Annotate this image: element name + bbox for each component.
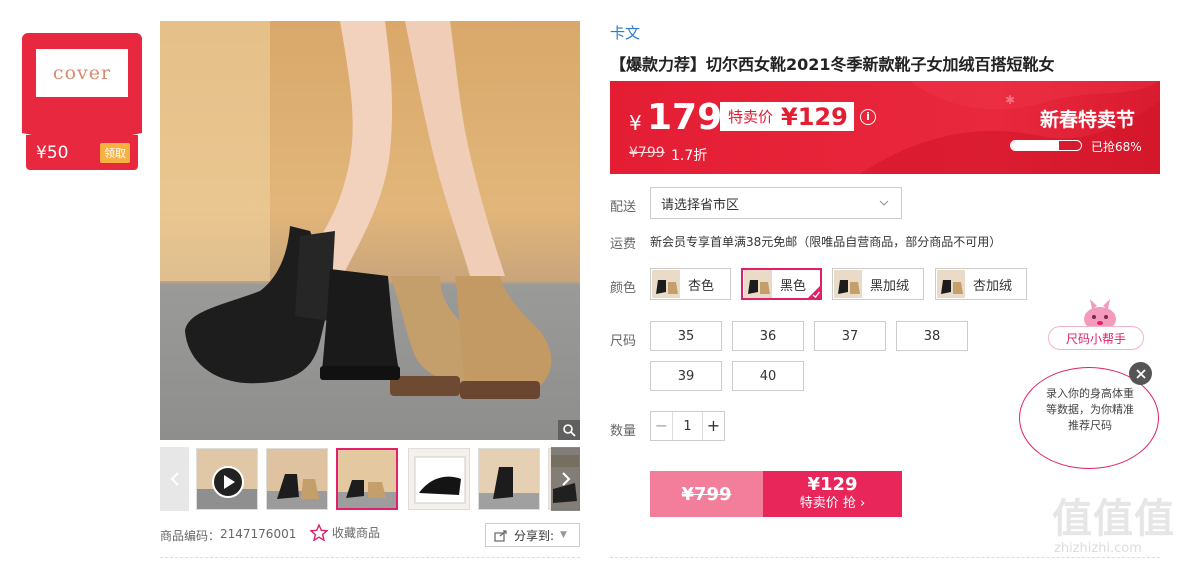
region-select[interactable]: 请选择省市区 [650, 187, 902, 219]
share-icon [494, 529, 507, 542]
thumbnail-2[interactable] [266, 448, 328, 510]
thumb-prev-button[interactable] [160, 447, 189, 511]
chevron-down-icon [879, 200, 889, 206]
shipping-label: 运费 [610, 237, 637, 252]
coupon-footer: ¥50 领取 [26, 135, 138, 170]
color-swatch [937, 270, 965, 298]
product-meta-row: 商品编码： 2147176001 收藏商品 分享到: ▼ [160, 520, 580, 548]
size-option-35[interactable]: 35 [650, 321, 722, 351]
buy-price-panel: ¥129 特卖价 抢 › [763, 471, 902, 517]
favorite-button[interactable]: 收藏商品 [310, 524, 380, 541]
right-divider [610, 557, 1160, 558]
brand-link[interactable]: 卡文 [610, 22, 640, 43]
buy-price: ¥129 [807, 474, 858, 495]
thumbnail-5[interactable] [478, 448, 540, 510]
zoom-icon[interactable] [558, 420, 580, 440]
star-icon [310, 524, 328, 541]
quantity-value[interactable]: 1 [673, 419, 702, 434]
brand-logo-box: cover [36, 49, 128, 97]
size-option-38[interactable]: 38 [896, 321, 968, 351]
share-dropdown[interactable]: 分享到: ▼ [485, 523, 580, 547]
thumbnail-strip [160, 447, 580, 511]
buy-action: 特卖价 抢 › [799, 496, 866, 511]
watermark-site: zhizhizhi.com [1054, 541, 1142, 556]
promo-title: 新春特卖节 [1040, 109, 1136, 131]
product-title: 【爆款力荐】切尔西女靴2021冬季新款靴子女加绒百搭短靴女 [610, 55, 1055, 74]
size-label: 尺码 [610, 334, 637, 349]
video-thumbnail-image [197, 449, 257, 509]
product-code-label: 商品编码： [160, 529, 221, 543]
info-icon[interactable]: i [860, 109, 876, 125]
region-select-value: 请选择省市区 [661, 197, 740, 213]
brand-logo: cover [52, 62, 112, 84]
left-divider [160, 557, 580, 558]
original-price: ¥799 [629, 145, 665, 161]
checkmark-icon [807, 285, 821, 299]
buy-action-label: 特卖价 抢 [799, 496, 856, 511]
quantity-plus-button[interactable]: + [702, 412, 724, 440]
color-option-black-selected[interactable]: 黑色 [741, 268, 822, 300]
product-code: 2147176001 [220, 527, 297, 541]
color-swatch [834, 270, 862, 298]
color-label: 颜色 [610, 281, 637, 296]
special-price-tag: 特卖价 ¥129 [720, 102, 854, 131]
color-option-label: 杏色 [688, 278, 715, 294]
special-price: ¥129 [781, 102, 848, 131]
size-option-40[interactable]: 40 [732, 361, 804, 391]
delivery-label: 配送 [610, 200, 637, 215]
svg-text:✱: ✱ [1005, 93, 1015, 107]
watermark-logo: 值值值 [1052, 496, 1175, 542]
size-helper-text: 录入你的身高体重等数据，为你精准推荐尺码 [1046, 387, 1134, 432]
size-helper-button[interactable]: 尺码小帮手 [1048, 326, 1144, 350]
color-option-black-fleece[interactable]: 黑加绒 [832, 268, 924, 300]
main-product-image [160, 21, 580, 440]
sold-progress-bar [1010, 140, 1082, 151]
close-icon[interactable] [1129, 362, 1152, 385]
share-label: 分享到: [514, 528, 555, 543]
color-option-apricot-fleece[interactable]: 杏加绒 [935, 268, 1027, 300]
favorite-label: 收藏商品 [332, 526, 381, 540]
size-option-36[interactable]: 36 [732, 321, 804, 351]
thumbnail-3-selected[interactable] [336, 448, 398, 510]
color-option-label: 黑加绒 [870, 278, 910, 294]
color-option-label: 杏加绒 [973, 278, 1013, 294]
coupon-amount: ¥50 [36, 142, 69, 163]
quantity-minus-button[interactable]: − [651, 412, 673, 440]
shipping-text: 新会员专享首单满38元免邮（限唯品自营商品，部分商品不可用） [650, 235, 1002, 249]
thumbnail-4[interactable] [408, 448, 470, 510]
size-option-39[interactable]: 39 [650, 361, 722, 391]
boots-illustration [160, 21, 552, 399]
price-main: 179 [647, 97, 723, 138]
chevron-down-icon: ▼ [560, 530, 567, 540]
thumbnail-video[interactable] [196, 448, 258, 510]
color-option-label: 黑色 [780, 278, 807, 294]
color-swatch [744, 270, 772, 298]
size-option-37[interactable]: 37 [814, 321, 886, 351]
buy-original-panel: ¥799 [650, 471, 763, 517]
color-swatch [652, 270, 680, 298]
buy-button[interactable]: ¥799 ¥129 特卖价 抢 › [650, 471, 902, 517]
price-banner: ✱ ¥ 179 特卖价 ¥129 i ¥799 1.7折 新春特卖节 已抢68% [610, 81, 1160, 174]
price-currency: ¥ [629, 111, 642, 135]
thumb-next-button[interactable] [551, 447, 580, 511]
coupon-header: cover [22, 33, 142, 145]
quantity-label: 数量 [610, 424, 637, 439]
coupon-claim-button[interactable]: 领取 [100, 142, 130, 163]
sold-text: 已抢68% [1091, 140, 1142, 154]
color-option-apricot[interactable]: 杏色 [650, 268, 731, 300]
buy-original-price: ¥799 [681, 483, 732, 505]
special-price-label: 特卖价 [728, 108, 774, 126]
sold-progress-fill [1011, 141, 1059, 150]
quantity-stepper: − 1 + [650, 411, 725, 441]
coupon[interactable]: cover ¥50 领取 [22, 33, 142, 170]
discount: 1.7折 [671, 148, 708, 164]
